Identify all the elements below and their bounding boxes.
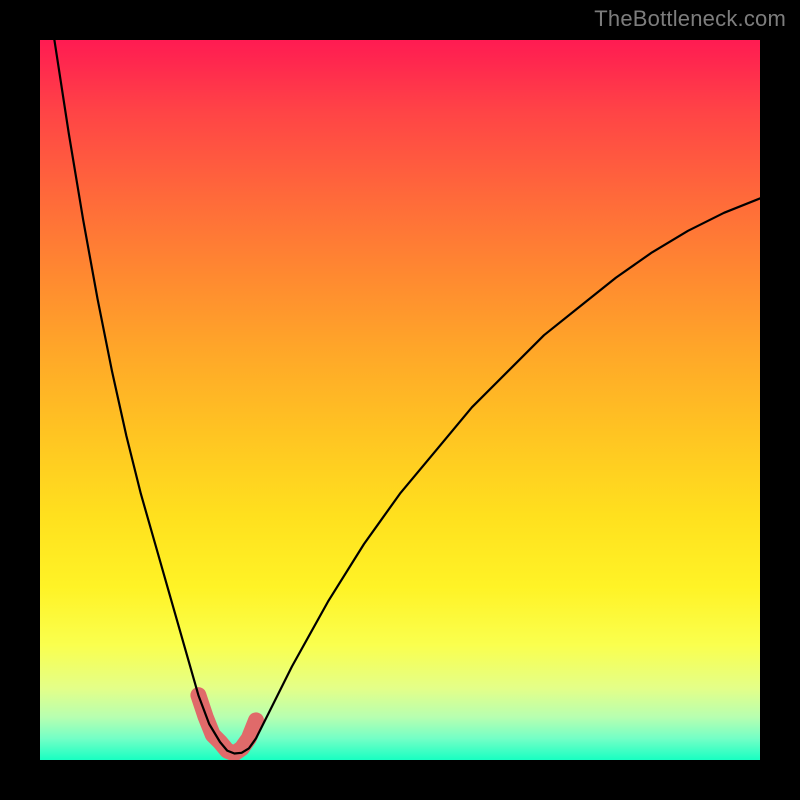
bottleneck-curve	[40, 40, 760, 754]
plot-area	[40, 40, 760, 760]
bottleneck-highlight	[198, 695, 256, 753]
curve-svg	[40, 40, 760, 760]
watermark-text: TheBottleneck.com	[594, 6, 786, 32]
chart-frame: TheBottleneck.com	[0, 0, 800, 800]
